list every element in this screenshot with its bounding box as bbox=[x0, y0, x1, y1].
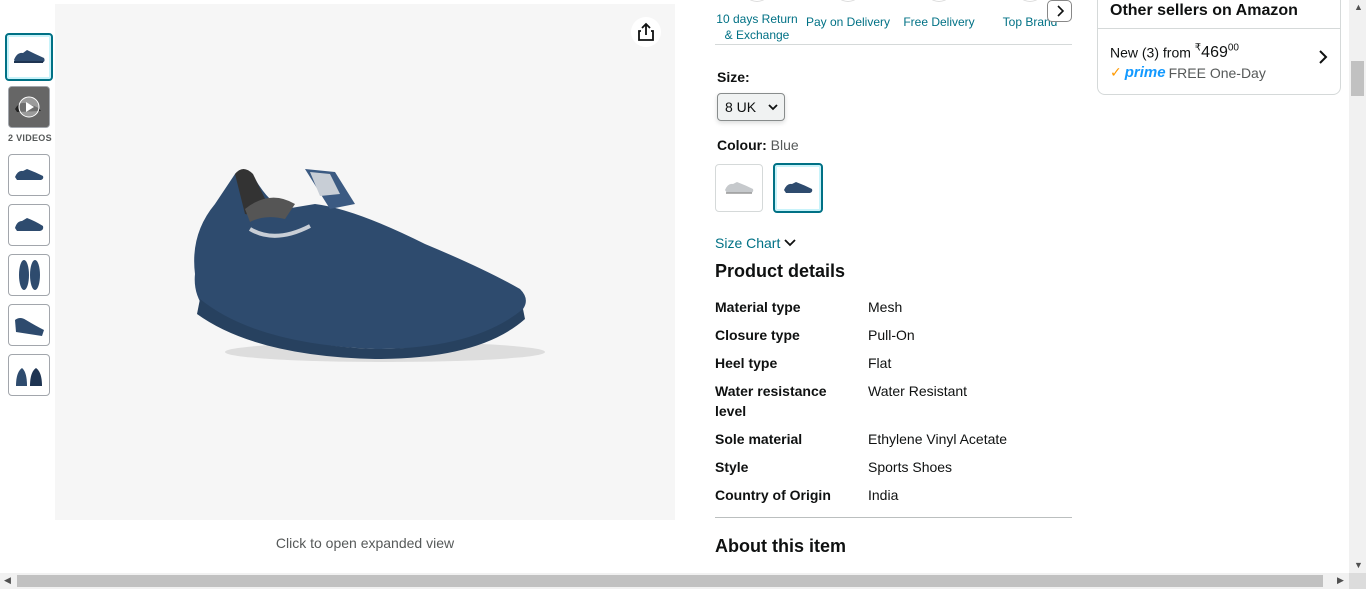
seller-new-prefix: New (3) from bbox=[1110, 44, 1191, 61]
shoe-thumbnail-icon bbox=[15, 218, 44, 231]
feature-free-delivery[interactable]: Free Delivery bbox=[895, 14, 983, 30]
size-chart-label: Size Chart bbox=[715, 235, 781, 251]
shoe-main-image bbox=[194, 169, 545, 362]
detail-value: Mesh bbox=[868, 299, 903, 315]
divider bbox=[1098, 28, 1340, 29]
feature-return[interactable]: 10 days Return & Exchange bbox=[713, 11, 801, 43]
divider bbox=[715, 44, 1072, 45]
detail-key: Water resistance level bbox=[715, 383, 827, 419]
size-dropdown[interactable]: 8 UK bbox=[717, 93, 785, 121]
free-delivery-icon bbox=[925, 0, 953, 2]
detail-value: Pull-On bbox=[868, 327, 915, 343]
detail-value: Flat bbox=[868, 355, 892, 371]
shoe-pair-thumbnail-icon bbox=[16, 368, 42, 386]
share-icon bbox=[638, 22, 654, 41]
price-fraction: 00 bbox=[1227, 43, 1239, 54]
chevron-down-icon bbox=[784, 239, 796, 247]
colour-value: Blue bbox=[770, 137, 799, 153]
thumbnail-6[interactable] bbox=[8, 354, 50, 396]
scroll-up-icon[interactable]: ▲ bbox=[1354, 2, 1363, 12]
divider bbox=[715, 517, 1072, 518]
chevron-right-icon bbox=[1319, 50, 1328, 64]
scrollbar-corner bbox=[1349, 573, 1366, 589]
detail-key: Country of Origin bbox=[715, 487, 831, 503]
chevron-right-icon bbox=[1056, 5, 1064, 17]
about-heading: About this item bbox=[715, 536, 846, 556]
expand-view-caption: Click to open expanded view bbox=[275, 535, 455, 551]
top-brand-icon bbox=[1016, 0, 1044, 2]
size-chart-link[interactable]: Size Chart bbox=[715, 235, 796, 251]
thumbnail-video[interactable] bbox=[8, 86, 50, 128]
seller-offer: New (3) from ₹46900 bbox=[1110, 43, 1239, 62]
feature-pay-on-delivery[interactable]: Pay on Delivery bbox=[804, 14, 892, 30]
shoe-thumbnail-icon bbox=[15, 169, 44, 180]
prime-shipping: ✓ prime FREE One-Day bbox=[1110, 64, 1266, 81]
other-sellers-box[interactable]: Other sellers on Amazon New (3) from ₹46… bbox=[1097, 0, 1341, 95]
thumbnail-1[interactable] bbox=[5, 33, 53, 81]
shipping-text: FREE One-Day bbox=[1168, 64, 1266, 81]
video-play-icon bbox=[9, 87, 49, 127]
prime-check-icon: ✓ bbox=[1110, 64, 1122, 80]
share-button[interactable] bbox=[631, 17, 661, 47]
horizontal-scrollbar-thumb[interactable] bbox=[17, 575, 1323, 587]
detail-key: Heel type bbox=[715, 355, 778, 371]
shoe-blue-icon bbox=[784, 182, 813, 193]
main-product-image[interactable] bbox=[55, 4, 675, 520]
thumbnail-4[interactable] bbox=[8, 254, 50, 296]
scroll-left-icon[interactable]: ◀ bbox=[4, 575, 11, 586]
features-next-button[interactable] bbox=[1047, 0, 1072, 22]
videos-count-label: 2 VIDEOS bbox=[8, 133, 52, 143]
colour-row: Colour: Blue bbox=[717, 137, 799, 153]
scroll-right-icon[interactable]: ▶ bbox=[1337, 575, 1344, 586]
shoe-grey-icon bbox=[725, 182, 754, 194]
detail-key: Style bbox=[715, 459, 749, 475]
detail-key: Material type bbox=[715, 299, 801, 315]
seller-price: ₹46900 bbox=[1195, 43, 1239, 62]
colour-label: Colour: bbox=[717, 137, 767, 153]
size-label: Size: bbox=[717, 69, 750, 85]
detail-value: Ethylene Vinyl Acetate bbox=[868, 431, 1008, 447]
shoe-thumbnail-icon bbox=[14, 50, 45, 63]
colour-swatch-grey[interactable] bbox=[715, 164, 763, 212]
product-details-heading: Product details bbox=[715, 261, 846, 281]
detail-value: India bbox=[868, 487, 899, 503]
other-sellers-title: Other sellers on Amazon bbox=[1110, 2, 1298, 19]
scroll-down-icon[interactable]: ▼ bbox=[1354, 560, 1363, 570]
colour-swatch-blue[interactable] bbox=[773, 163, 823, 213]
shoe-thumbnail-icon bbox=[15, 318, 44, 336]
size-selected-value: 8 UK bbox=[725, 99, 757, 115]
thumbnail-2[interactable] bbox=[8, 154, 50, 196]
thumbnail-3[interactable] bbox=[8, 204, 50, 246]
return-icon bbox=[743, 0, 771, 2]
detail-key: Closure type bbox=[715, 327, 800, 343]
detail-value: Water Resistant bbox=[868, 383, 968, 399]
chevron-down-icon bbox=[768, 104, 778, 111]
sole-thumbnail-icon bbox=[19, 260, 40, 290]
thumbnail-5[interactable] bbox=[8, 304, 50, 346]
vertical-scrollbar-thumb[interactable] bbox=[1351, 61, 1364, 96]
prime-logo: prime bbox=[1124, 64, 1166, 81]
pay-on-delivery-icon bbox=[834, 0, 862, 2]
price-whole: 469 bbox=[1201, 44, 1228, 62]
detail-key: Sole material bbox=[715, 431, 803, 447]
detail-value: Sports Shoes bbox=[868, 459, 953, 475]
